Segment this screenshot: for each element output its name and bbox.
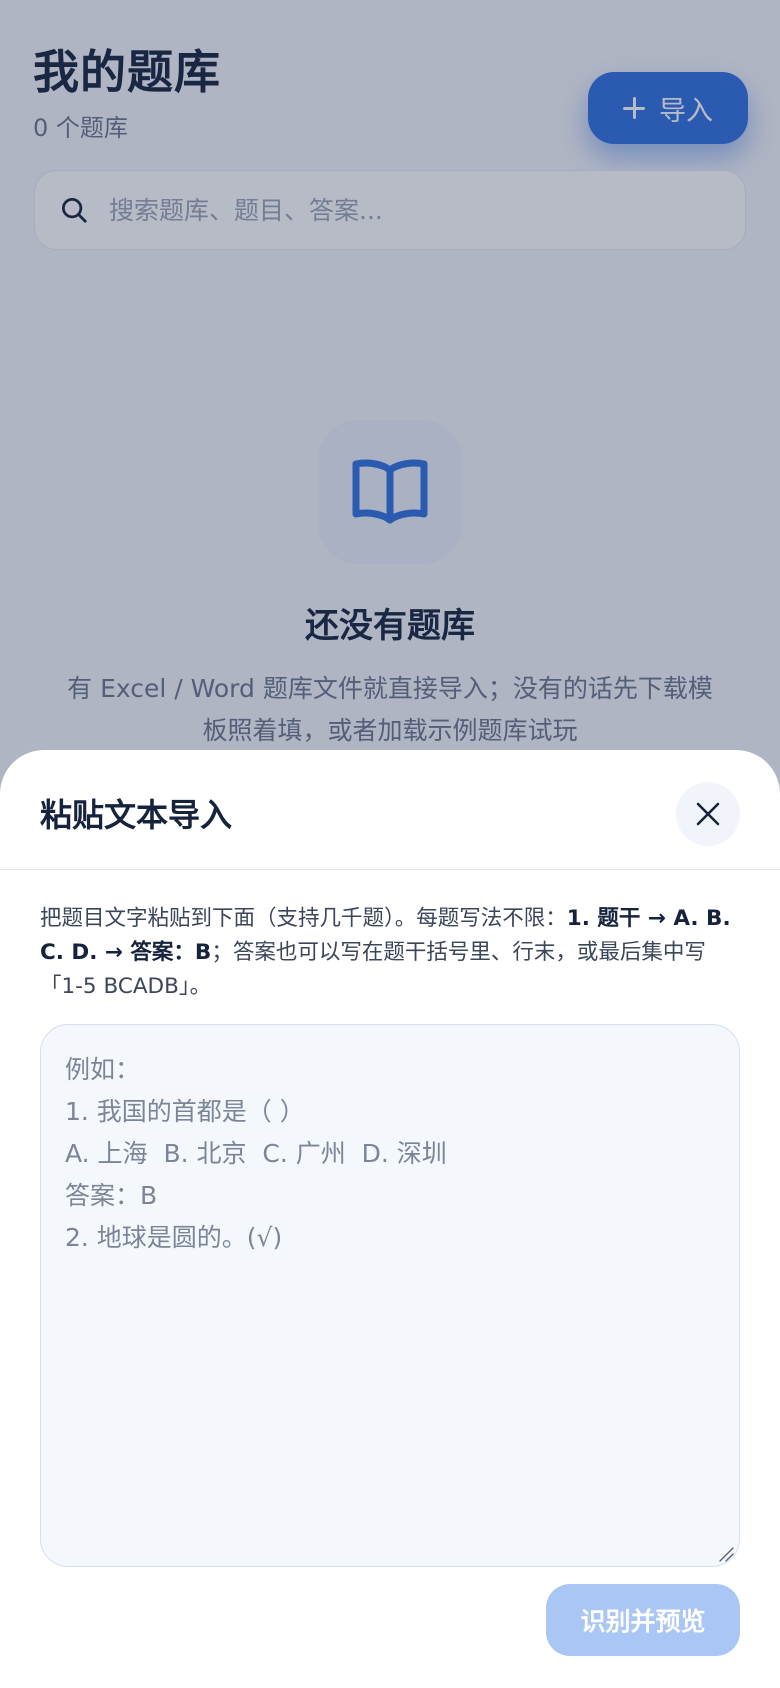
recognize-preview-button[interactable]: 识别并预览	[546, 1584, 740, 1656]
close-button[interactable]	[676, 782, 740, 846]
sheet-title: 粘贴文本导入	[40, 796, 233, 834]
paste-text-input[interactable]	[40, 1024, 740, 1567]
instructions-part-1: 把题目文字粘贴到下面（支持几千题）。每题写法不限：	[40, 906, 567, 931]
close-icon	[696, 802, 720, 826]
paste-import-sheet: 粘贴文本导入 把题目文字粘贴到下面（支持几千题）。每题写法不限：1. 题干 → …	[0, 750, 780, 1688]
sheet-header: 粘贴文本导入	[0, 750, 780, 870]
resize-handle-icon[interactable]	[718, 1546, 734, 1562]
paste-instructions: 把题目文字粘贴到下面（支持几千题）。每题写法不限：1. 题干 → A. B. C…	[40, 902, 740, 1004]
